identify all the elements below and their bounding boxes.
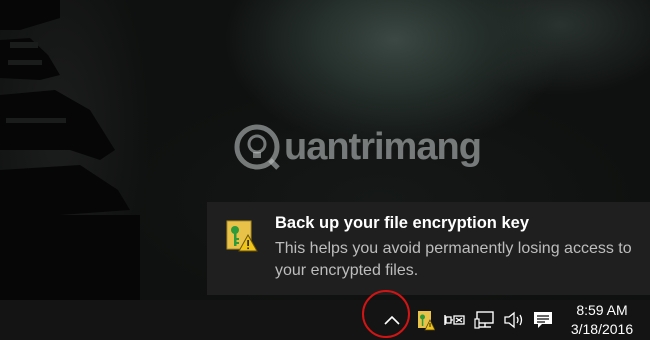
power-button[interactable] [441,300,467,340]
lightbulb-icon [234,124,280,170]
network-button[interactable] [471,300,499,340]
network-icon [474,311,494,329]
action-center-button[interactable] [530,300,556,340]
taskbar: 8:59 AM 3/18/2016 [0,300,650,340]
action-center-icon [534,312,552,328]
clock[interactable]: 8:59 AM 3/18/2016 [562,300,642,340]
toast-notification[interactable]: Back up your file encryption key This he… [207,202,650,295]
encryption-key-icon [226,220,258,252]
volume-icon [504,311,523,329]
highlight-circle [362,290,410,338]
notification-title: Back up your file encryption key [275,214,529,232]
encryption-key-icon [418,311,435,331]
notification-body: This helps you avoid permanently losing … [275,240,632,279]
clock-time: 8:59 AM [576,302,628,318]
tray-encryption-key-button[interactable] [412,300,438,340]
volume-button[interactable] [501,300,527,340]
power-plug-icon [444,315,465,325]
clock-date: 3/18/2016 [570,321,634,337]
watermark-logo: uantrimang [234,122,482,172]
watermark-text: uantrimang [284,125,482,168]
